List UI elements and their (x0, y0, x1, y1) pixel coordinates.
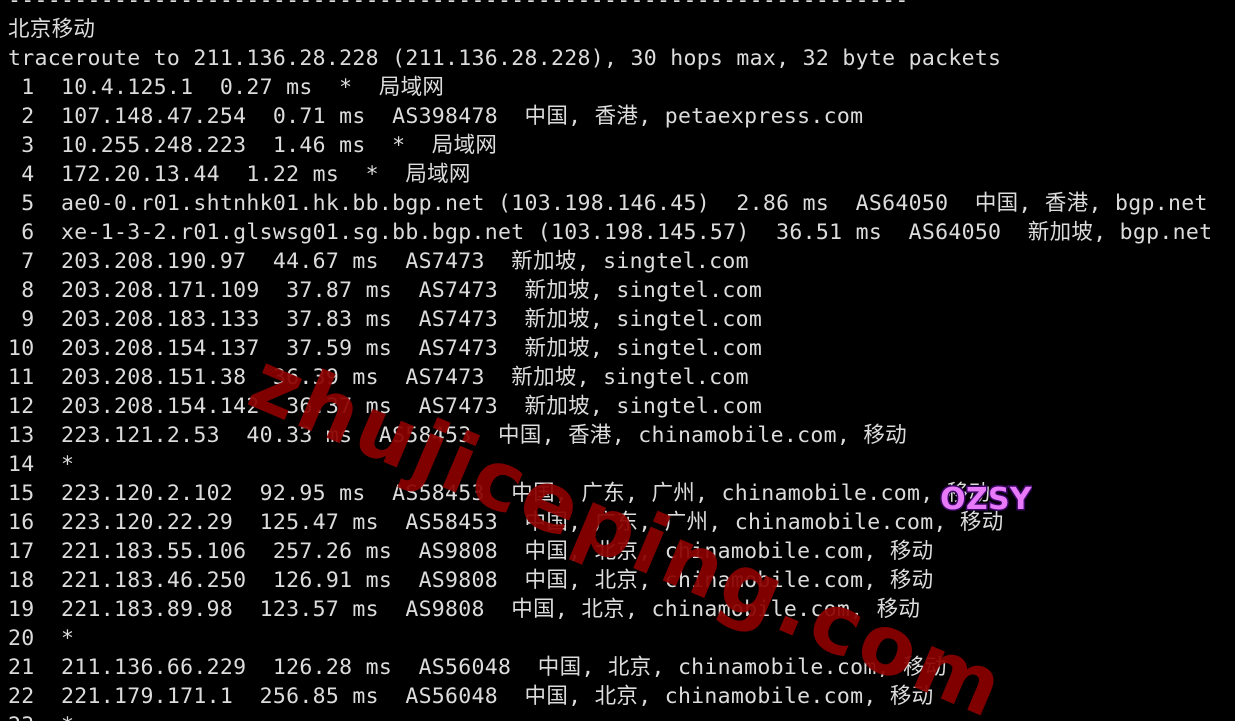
hop-line: 14 * (8, 452, 75, 477)
hop-line: 21 211.136.66.229 126.28 ms AS56048 中国, … (8, 655, 947, 680)
hop-line: 9 203.208.183.133 37.83 ms AS7473 新加坡, s… (8, 307, 763, 332)
traceroute-command: traceroute to 211.136.28.228 (211.136.28… (8, 46, 1002, 71)
hop-line: 4 172.20.13.44 1.22 ms * 局域网 (8, 162, 471, 187)
hop-line: 6 xe-1-3-2.r01.glswsg01.sg.bb.bgp.net (1… (8, 220, 1213, 245)
hop-line: 1 10.4.125.1 0.27 ms * 局域网 (8, 75, 445, 100)
hop-line: 2 107.148.47.254 0.71 ms AS398478 中国, 香港… (8, 104, 864, 129)
hop-line: 17 221.183.55.106 257.26 ms AS9808 中国, 北… (8, 539, 934, 564)
hop-line: 12 203.208.154.142 36.37 ms AS7473 新加坡, … (8, 394, 763, 419)
hop-line: 11 203.208.151.38 36.39 ms AS7473 新加坡, s… (8, 365, 749, 390)
hop-line: 18 221.183.46.250 126.91 ms AS9808 中国, 北… (8, 568, 934, 593)
hop-line: 19 221.183.89.98 123.57 ms AS9808 中国, 北京… (8, 597, 921, 622)
hop-line: 23 * (8, 711, 74, 721)
hop-line: 5 ae0-0.r01.shtnhk01.hk.bb.bgp.net (103.… (8, 191, 1208, 216)
hop-line: 13 223.121.2.53 40.33 ms AS58453 中国, 香港,… (8, 423, 907, 448)
terminal-window[interactable]: ----------------------------------------… (0, 0, 1235, 721)
header-label: 北京移动 (8, 17, 96, 42)
separator-line: ----------------------------------------… (8, 0, 909, 13)
hop-line: 3 10.255.248.223 1.46 ms * 局域网 (8, 133, 498, 158)
hop-line: 7 203.208.190.97 44.67 ms AS7473 新加坡, si… (8, 249, 749, 274)
hop-line: 16 223.120.22.29 125.47 ms AS58453 中国, 广… (8, 510, 1004, 535)
hop-line: 8 203.208.171.109 37.87 ms AS7473 新加坡, s… (8, 278, 763, 303)
hop-line: 20 * (8, 626, 75, 651)
hop-line: 10 203.208.154.137 37.59 ms AS7473 新加坡, … (8, 336, 763, 361)
hop-line: 15 223.120.2.102 92.95 ms AS58453 中国, 广东… (8, 481, 991, 506)
hop-line: 22 221.179.171.1 256.85 ms AS56048 中国, 北… (8, 684, 934, 709)
